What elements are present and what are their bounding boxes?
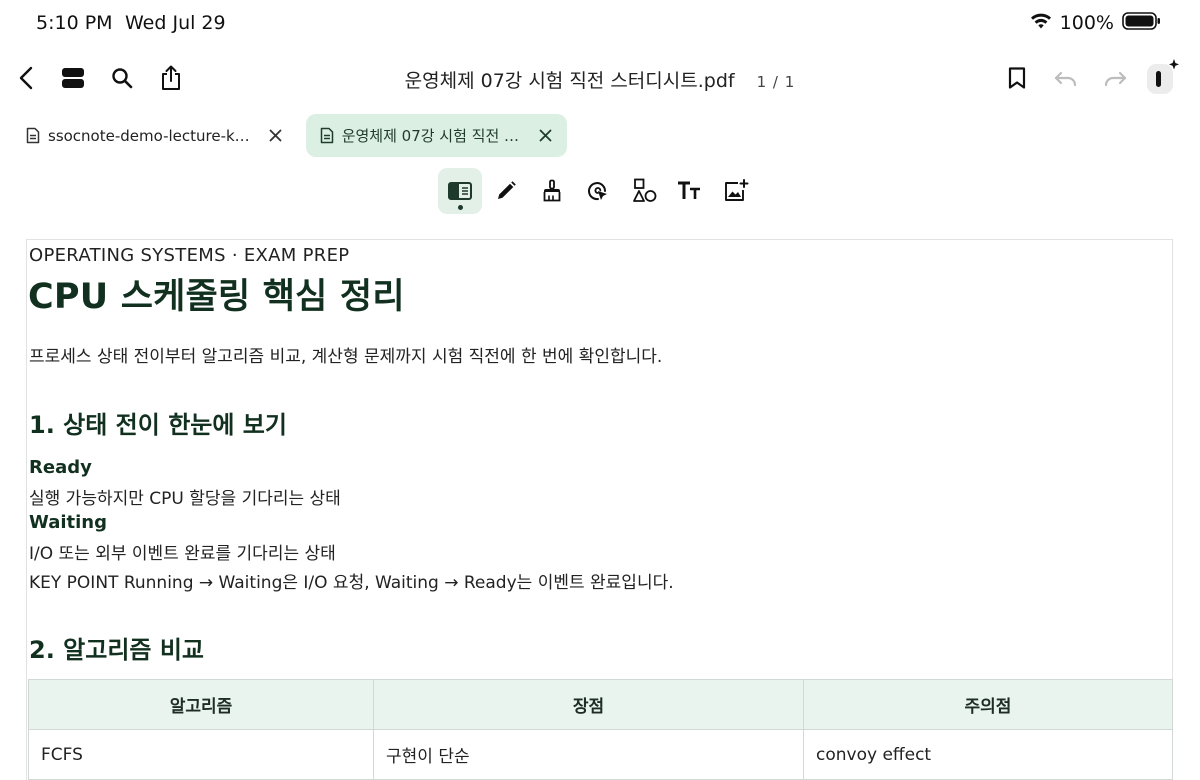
status-indicators: 100%	[1030, 11, 1162, 35]
document-icon	[320, 127, 333, 144]
share-icon	[162, 65, 180, 90]
algorithm-comparison-table: 알고리즘 장점 주의점 FCFS 구현이 단순 convoy effect	[28, 679, 1173, 780]
document-title[interactable]: 운영체제 07강 시험 직전 스터디시트.pdf	[405, 70, 735, 92]
table-row: FCFS 구현이 단순 convoy effect	[28, 729, 1173, 780]
status-time: 5:10 PM	[36, 12, 113, 34]
eraser-tool[interactable]	[530, 168, 574, 214]
column-header-caveat: 주의점	[803, 679, 1173, 730]
undo-button[interactable]	[1046, 56, 1086, 100]
active-indicator	[458, 205, 463, 210]
section-heading-state-transition: 1. 상태 전이 한눈에 보기	[29, 411, 287, 439]
term-ready: Ready	[29, 457, 92, 478]
document-tabs: ssocnote-demo-lecture-k… 운영체제 07강 시험 직전 …	[12, 114, 568, 158]
term-waiting-description: I/O 또는 외부 이벤트 완료를 기다리는 상태	[29, 544, 336, 564]
page-count: 1 / 1	[756, 73, 796, 91]
table-cell: FCFS	[28, 729, 374, 780]
reader-mode-tool[interactable]	[438, 168, 482, 214]
search-button[interactable]	[102, 56, 142, 100]
column-header-algorithm: 알고리즘	[28, 679, 374, 730]
undo-icon	[1054, 71, 1077, 87]
document-eyebrow: OPERATING SYSTEMS · EXAM PREP	[29, 245, 350, 266]
text-tool[interactable]	[668, 168, 712, 214]
reader-icon	[448, 182, 472, 200]
redo-icon	[1104, 71, 1127, 87]
brush-icon	[543, 179, 561, 202]
layout-icon	[62, 68, 84, 88]
share-button[interactable]	[151, 56, 191, 100]
key-point: KEY POINT Running → Waiting은 I/O 요청, Wai…	[29, 573, 674, 593]
nav-bar: 운영체제 07강 시험 직전 스터디시트.pdf 1 / 1	[0, 56, 1200, 100]
close-tab-button[interactable]	[537, 128, 553, 144]
pen-tool[interactable]	[484, 168, 528, 214]
tab-os-studysheet[interactable]: 운영체제 07강 시험 직전 …	[305, 114, 568, 157]
battery-icon	[1122, 11, 1162, 35]
document-intro: 프로세스 상태 전이부터 알고리즘 비교, 계산형 문제까지 시험 직전에 한 …	[29, 347, 663, 367]
redo-button[interactable]	[1095, 56, 1135, 100]
column-header-advantage: 장점	[373, 679, 804, 730]
tab-label: ssocnote-demo-lecture-k…	[48, 126, 250, 145]
tab-lecture-notes[interactable]: ssocnote-demo-lecture-k…	[12, 114, 298, 157]
lasso-tool[interactable]	[576, 168, 620, 214]
chevron-left-icon	[19, 66, 33, 90]
ai-assistant-button[interactable]	[1142, 56, 1182, 100]
term-waiting: Waiting	[29, 512, 108, 533]
status-bar: 5:10 PM Wed Jul 29 100%	[0, 0, 1200, 46]
tab-label: 운영체제 07강 시험 직전 …	[341, 127, 520, 145]
close-icon	[539, 129, 551, 142]
add-image-icon	[725, 179, 749, 201]
status-date: Wed Jul 29	[125, 12, 226, 34]
table-header-row: 알고리즘 장점 주의점	[28, 679, 1173, 730]
pencil-icon	[498, 181, 516, 199]
close-tab-button[interactable]	[268, 128, 284, 144]
section-heading-algorithm-comparison: 2. 알고리즘 비교	[29, 636, 205, 664]
bookmark-button[interactable]	[997, 56, 1037, 100]
view-layout-button[interactable]	[53, 56, 93, 100]
wifi-icon	[1030, 12, 1052, 34]
pdf-page[interactable]: OPERATING SYSTEMS · EXAM PREP CPU 스케줄링 핵…	[26, 239, 1173, 780]
table-cell: convoy effect	[803, 729, 1173, 780]
document-icon	[26, 127, 40, 144]
insert-image-tool[interactable]	[714, 168, 758, 214]
table-cell: 구현이 단순	[373, 729, 804, 780]
term-ready-description: 실행 가능하지만 CPU 할당을 기다리는 상태	[29, 489, 341, 509]
back-button[interactable]	[6, 56, 46, 100]
ai-sparkle-icon	[1147, 59, 1179, 94]
annotation-toolbar	[438, 168, 758, 214]
search-icon	[112, 68, 133, 89]
shapes-tool[interactable]	[622, 168, 666, 214]
shapes-icon	[633, 178, 657, 202]
document-title-heading: CPU 스케줄링 핵심 정리	[28, 277, 405, 317]
battery-percentage: 100%	[1059, 12, 1114, 34]
lasso-select-icon	[588, 182, 607, 201]
bookmark-icon	[1008, 67, 1026, 89]
text-format-icon	[678, 181, 700, 199]
close-icon	[269, 129, 282, 142]
